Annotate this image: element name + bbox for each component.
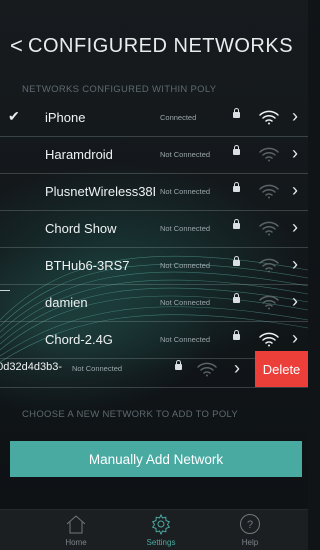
header: < CONFIGURED NETWORKS <box>0 28 308 64</box>
network-status: Connected <box>160 113 197 122</box>
wifi-icon <box>259 147 279 162</box>
tab-settings[interactable]: Settings <box>121 510 201 550</box>
network-row[interactable]: PlusnetWireless38E Not Connected › <box>0 174 308 211</box>
lock-icon <box>233 256 240 266</box>
tab-label: Home <box>65 538 87 547</box>
chevron-right-icon[interactable]: › <box>292 254 298 275</box>
tab-home[interactable]: Home <box>36 510 116 550</box>
lock-icon <box>175 360 182 370</box>
network-status: Not Connected <box>160 335 211 344</box>
wifi-icon <box>259 332 279 347</box>
network-name: damien <box>45 295 88 310</box>
settings-screen: < CONFIGURED NETWORKS NETWORKS CONFIGURE… <box>0 0 308 550</box>
tab-bar: Home Settings ? Help <box>0 509 308 550</box>
wifi-icon <box>197 362 217 377</box>
network-name: BTHub6-3RS7 <box>45 258 130 273</box>
chevron-right-icon[interactable]: › <box>292 328 298 349</box>
network-row[interactable]: BTHub6-3RS7 Not Connected › <box>0 248 308 285</box>
tab-help[interactable]: ? Help <box>210 510 290 550</box>
network-row[interactable]: Chord Show Not Connected › <box>0 211 308 248</box>
network-name: iPhone <box>45 110 86 125</box>
network-name: -30d32d4d3b3 <box>0 361 62 373</box>
lock-icon <box>233 108 240 118</box>
network-name: PlusnetWireless38E <box>45 184 155 199</box>
new-network-section-label: CHOOSE A NEW NETWORK TO ADD TO POLY <box>22 409 239 420</box>
wifi-icon <box>259 295 279 310</box>
swiped-network-row[interactable]: -30d32d4d3b3 Not Connected › Delete <box>0 351 308 388</box>
network-status: Not Connected <box>72 364 123 373</box>
network-status: Not Connected <box>160 298 211 307</box>
configured-networks-section-label: NETWORKS CONFIGURED WITHIN POLY <box>22 84 217 95</box>
network-row[interactable]: Haramdroid Not Connected › <box>0 137 308 174</box>
wifi-icon <box>259 110 279 125</box>
lock-icon <box>233 219 240 229</box>
network-status: Not Connected <box>160 150 211 159</box>
network-status: Not Connected <box>160 261 211 270</box>
svg-text:?: ? <box>247 519 253 531</box>
tab-label: Settings <box>146 538 176 547</box>
manually-add-network-button[interactable]: Manually Add Network <box>10 441 302 477</box>
page-title: CONFIGURED NETWORKS <box>28 35 294 57</box>
help-icon: ? <box>240 514 260 534</box>
wifi-icon <box>259 184 279 199</box>
network-name: Chord-2.4G <box>45 332 113 347</box>
home-icon <box>66 515 86 534</box>
wifi-icon <box>259 258 279 273</box>
chevron-right-icon[interactable]: › <box>292 291 298 312</box>
chevron-right-icon[interactable]: › <box>292 143 298 164</box>
gear-icon <box>151 513 171 535</box>
network-name: Chord Show <box>45 221 117 236</box>
lock-icon <box>233 293 240 303</box>
configured-networks-list: ✔ iPhone Connected › Haramdroid Not Connected… <box>0 99 308 359</box>
delete-button[interactable]: Delete <box>255 351 308 387</box>
chevron-right-icon[interactable]: › <box>234 358 240 379</box>
chevron-right-icon[interactable]: › <box>292 180 298 201</box>
checkmark-icon: ✔ <box>8 108 20 124</box>
network-status: Not Connected <box>160 187 211 196</box>
wifi-icon <box>259 221 279 236</box>
chevron-right-icon[interactable]: › <box>292 106 298 127</box>
lock-icon <box>233 330 240 340</box>
chevron-right-icon[interactable]: › <box>292 217 298 238</box>
network-row[interactable]: ✔ iPhone Connected › <box>0 99 308 137</box>
back-chevron-icon[interactable]: < <box>10 31 23 61</box>
divider <box>0 290 10 291</box>
network-name: Haramdroid <box>45 147 113 162</box>
network-row[interactable]: damien Not Connected › <box>0 285 308 322</box>
network-status: Not Connected <box>160 224 211 233</box>
tab-label: Help <box>241 538 259 547</box>
lock-icon <box>233 145 240 155</box>
lock-icon <box>233 182 240 192</box>
